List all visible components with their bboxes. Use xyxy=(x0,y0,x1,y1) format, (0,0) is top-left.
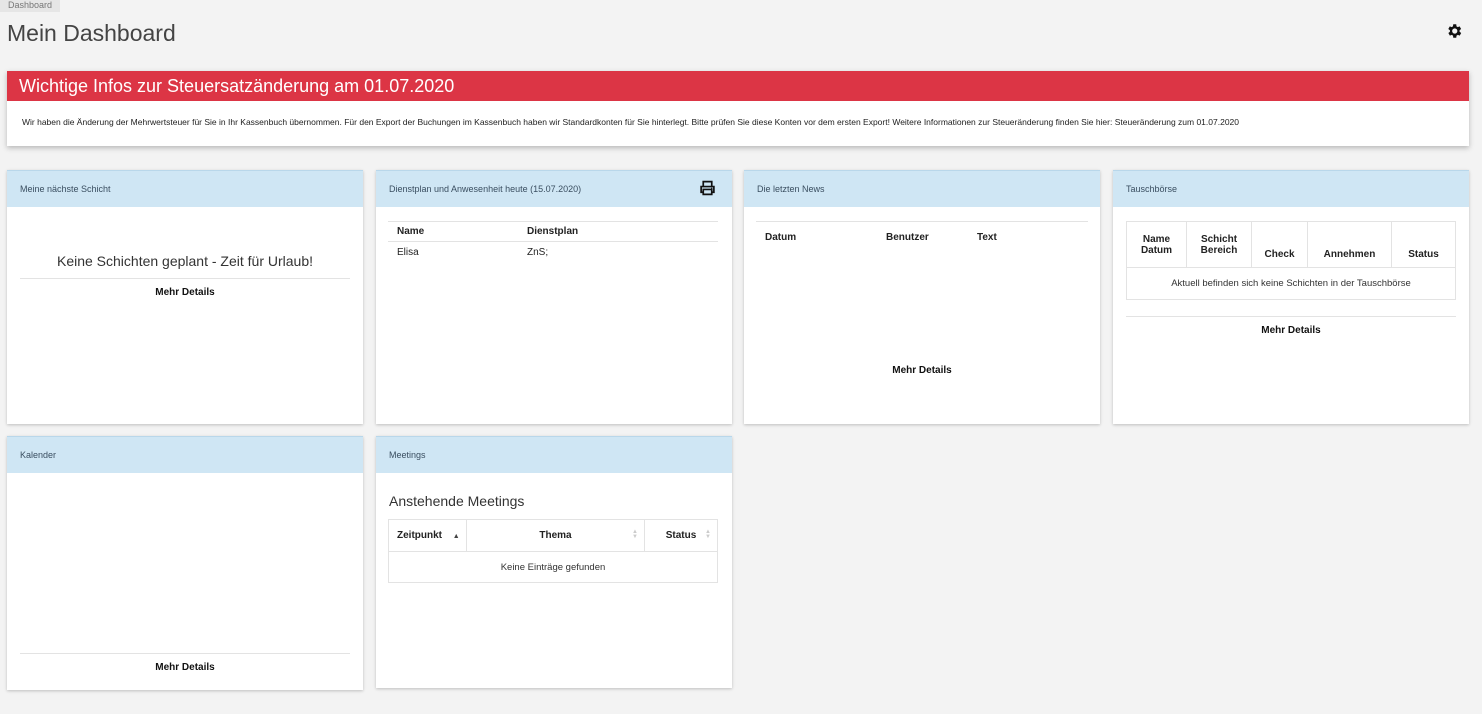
card-meetings: Meetings Anstehende Meetings Zeitpunkt ▲… xyxy=(376,436,732,688)
more-details-link[interactable]: Mehr Details xyxy=(7,662,363,673)
column-header-dienstplan: Dienstplan xyxy=(527,226,579,237)
no-shift-message: Keine Schichten geplant - Zeit für Urlau… xyxy=(56,253,314,269)
column-header-name-datum: Name Datum xyxy=(1126,221,1187,268)
card-title: Kalender xyxy=(7,436,363,473)
column-header-name: Name xyxy=(397,226,425,237)
column-header-zeitpunkt[interactable]: Zeitpunkt ▲ xyxy=(388,519,467,552)
card-title: Dienstplan und Anwesenheit heute (15.07.… xyxy=(376,170,732,207)
print-icon[interactable] xyxy=(699,180,716,196)
card-title: Meetings xyxy=(376,436,732,473)
meetings-subtitle: Anstehende Meetings xyxy=(389,493,525,509)
card-title: Die letzten News xyxy=(744,170,1100,207)
breadcrumb[interactable]: Dashboard xyxy=(0,0,61,12)
card-title: Meine nächste Schicht xyxy=(7,170,363,207)
column-header-thema[interactable]: Thema ▲ ▼ xyxy=(466,519,645,552)
column-header-status: Status xyxy=(1408,249,1439,260)
card-shift-exchange: Tauschbörse Name Datum Schicht Bereich C… xyxy=(1113,170,1469,424)
alert-text: Wir haben die Änderung der Mehrwertsteue… xyxy=(22,117,1239,127)
card-next-shift: Meine nächste Schicht Keine Schichten ge… xyxy=(7,170,363,424)
meetings-empty-message: Keine Einträge gefunden xyxy=(500,561,606,573)
page-title: Mein Dashboard xyxy=(7,20,176,46)
column-header-status[interactable]: Status ▲ ▼ xyxy=(645,520,718,552)
column-header-benutzer: Benutzer xyxy=(886,232,929,243)
column-header-datum: Datum xyxy=(765,232,797,243)
meetings-table: Zeitpunkt ▲ Thema ▲ ▼ Status ▲ ▼ Keine Ein… xyxy=(388,519,718,583)
roster-row-plan: ZnS; xyxy=(527,247,549,258)
card-roster-today: Dienstplan und Anwesenheit heute (15.07.… xyxy=(376,170,732,424)
gear-icon[interactable] xyxy=(1445,22,1463,40)
more-details-link[interactable]: Mehr Details xyxy=(744,365,1100,376)
sort-icon: ▲ ▼ xyxy=(632,529,638,540)
sort-icon: ▲ ▼ xyxy=(705,529,711,540)
divider xyxy=(20,278,350,279)
card-title: Tauschbörse xyxy=(1113,170,1469,207)
more-details-link[interactable]: Mehr Details xyxy=(1113,325,1469,336)
alert-title: Wichtige Infos zur Steuersatzänderung am… xyxy=(7,71,1469,101)
card-title-text: Dienstplan und Anwesenheit heute (15.07.… xyxy=(389,184,582,194)
sort-asc-icon: ▲ xyxy=(452,533,460,540)
card-calendar: Kalender Mehr Details xyxy=(7,436,363,690)
tax-info-alert: Wichtige Infos zur Steuersatzänderung am… xyxy=(7,71,1469,146)
exchange-table: Name Datum Schicht Bereich Check Annehme… xyxy=(1126,221,1456,300)
more-details-link[interactable]: Mehr Details xyxy=(7,287,363,298)
column-header-check: Check xyxy=(1251,221,1308,268)
exchange-empty-message: Aktuell befinden sich keine Schichten in… xyxy=(1171,278,1411,289)
card-latest-news: Die letzten News Datum Benutzer Text Meh… xyxy=(744,170,1100,424)
column-header-text: Text xyxy=(977,232,997,243)
column-header-annehmen: Annehmen xyxy=(1307,221,1392,268)
column-header-schicht-bereich: Schicht Bereich xyxy=(1186,221,1252,268)
roster-row-name: Elisa xyxy=(397,247,419,258)
